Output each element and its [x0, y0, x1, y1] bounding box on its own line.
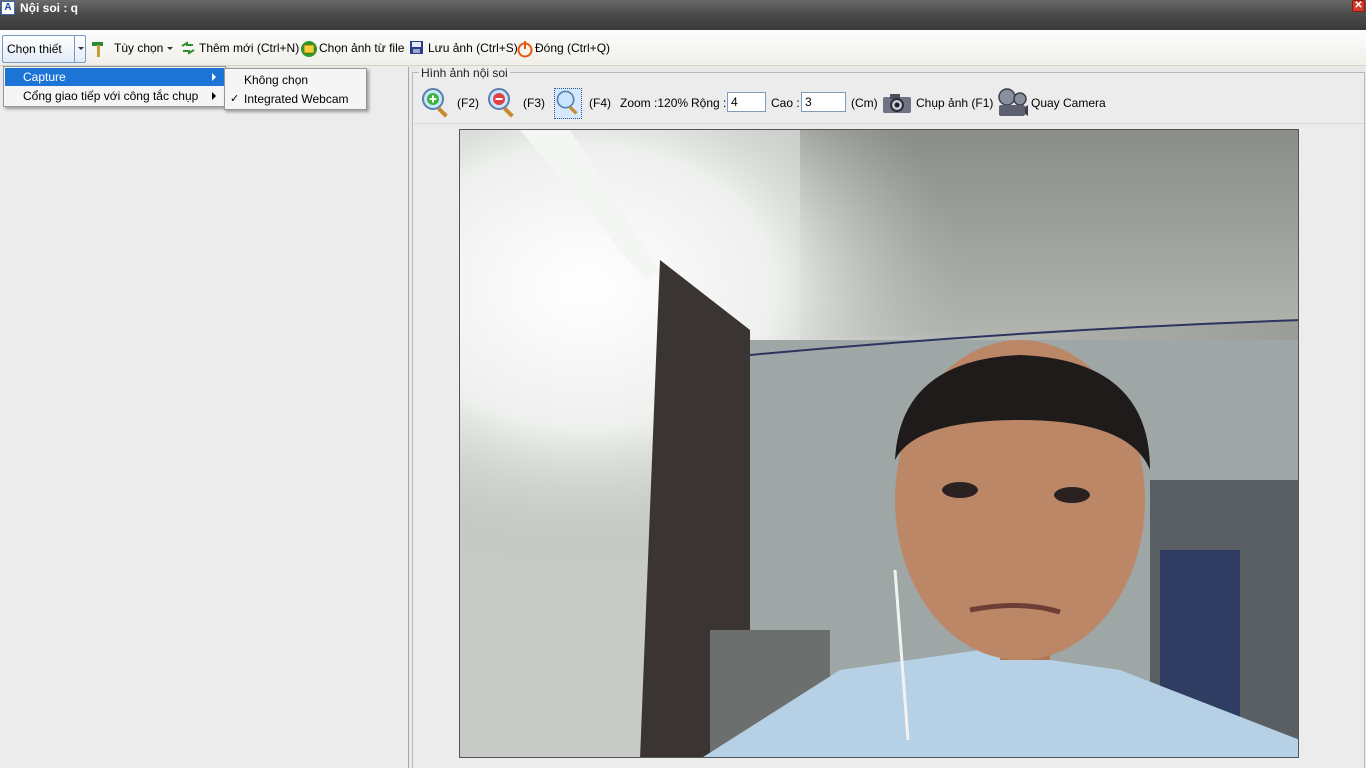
chevron-right-icon [212, 92, 216, 100]
open-image-icon [300, 40, 317, 57]
height-label: Cao : [771, 96, 800, 110]
zoom-in-key: (F2) [457, 96, 479, 110]
save-image-label: Lưu ảnh (Ctrl+S) [428, 41, 518, 55]
hammer-icon [90, 40, 106, 57]
choose-from-file-label: Chọn ảnh từ file [319, 41, 405, 55]
checkmark-icon: ✓ [230, 93, 240, 105]
left-panel [0, 67, 409, 768]
power-icon [516, 40, 533, 58]
submenu-item-none[interactable]: Không chọn [226, 71, 365, 89]
options-label: Tùy chọn [114, 41, 164, 55]
zoom-out-button[interactable] [486, 82, 518, 124]
zoom-level: Zoom :120% [620, 96, 689, 110]
menu-item-capture-label: Capture [23, 70, 66, 84]
menu-item-capture[interactable]: Capture [5, 68, 224, 86]
choose-from-file-button[interactable]: Chọn ảnh từ file [300, 30, 404, 66]
height-input[interactable] [801, 92, 846, 112]
close-app-label: Đóng (Ctrl+Q) [535, 41, 611, 55]
zoom-in-button[interactable] [420, 82, 452, 124]
record-camera-label: Quay Camera [1031, 96, 1106, 110]
record-camera-button[interactable]: Quay Camera [996, 82, 1106, 124]
zoom-fit-key: (F4) [589, 96, 611, 110]
device-select-dropdown-arrow[interactable] [74, 36, 86, 62]
camera-toolbar: (F2) (F3) (F4) Zoom :120% Rộng : Cao : (… [414, 82, 1364, 124]
add-new-button[interactable]: Thêm mới (Ctrl+N) [180, 30, 299, 66]
device-select-label[interactable]: Chọn thiết bị [3, 36, 74, 82]
webcam-frame-image [460, 130, 1298, 757]
menu-item-switch-port[interactable]: Cổng giao tiếp với công tắc chụp [5, 87, 224, 105]
magnifier-icon [554, 87, 582, 119]
camera-preview [459, 129, 1299, 758]
main-toolbar: Chọn thiết bị Tùy chọn Thêm mới (Ctrl+N)… [0, 30, 1366, 82]
refresh-arrows-icon [180, 40, 196, 56]
floppy-disk-icon [409, 40, 425, 56]
submenu-item-integrated-webcam[interactable]: ✓ Integrated Webcam [226, 90, 365, 108]
chevron-right-icon [212, 73, 216, 81]
zoom-out-key: (F3) [523, 96, 545, 110]
zoom-fit-button[interactable] [554, 82, 582, 124]
zoom-out-icon [486, 86, 518, 121]
close-window-button[interactable]: ✕ [1352, 0, 1365, 12]
film-reel-icon [996, 87, 1028, 119]
chevron-down-icon [167, 46, 174, 50]
capture-button[interactable]: Chụp ảnh (F1) [881, 82, 993, 124]
add-new-label: Thêm mới (Ctrl+N) [199, 41, 300, 55]
submenu-item-integrated-webcam-label: Integrated Webcam [244, 92, 349, 106]
group-title: Hình ảnh nội soi [419, 66, 510, 80]
zoom-in-icon [420, 86, 452, 121]
menu-item-switch-port-label: Cổng giao tiếp với công tắc chụp [23, 89, 199, 103]
unit-label: (Cm) [851, 96, 878, 110]
width-input[interactable] [727, 92, 766, 112]
camera-icon [881, 91, 913, 115]
submenu-item-none-label: Không chọn [244, 73, 309, 87]
device-select-button[interactable]: Chọn thiết bị [2, 35, 86, 82]
device-dropdown-menu: Capture Cổng giao tiếp với công tắc chụp [3, 66, 226, 107]
title-bar: A Nội soi : q ✕ [0, 0, 1366, 30]
app-logo-icon: A [1, 1, 15, 15]
save-image-button[interactable]: Lưu ảnh (Ctrl+S) [409, 30, 518, 66]
options-button[interactable]: Tùy chọn [90, 30, 174, 66]
width-label: Rộng : [691, 96, 727, 110]
close-app-button[interactable]: Đóng (Ctrl+Q) [516, 30, 610, 66]
capture-submenu: Không chọn ✓ Integrated Webcam [224, 68, 367, 110]
window-title: Nội soi : q [20, 1, 78, 15]
capture-label: Chụp ảnh (F1) [916, 96, 994, 110]
